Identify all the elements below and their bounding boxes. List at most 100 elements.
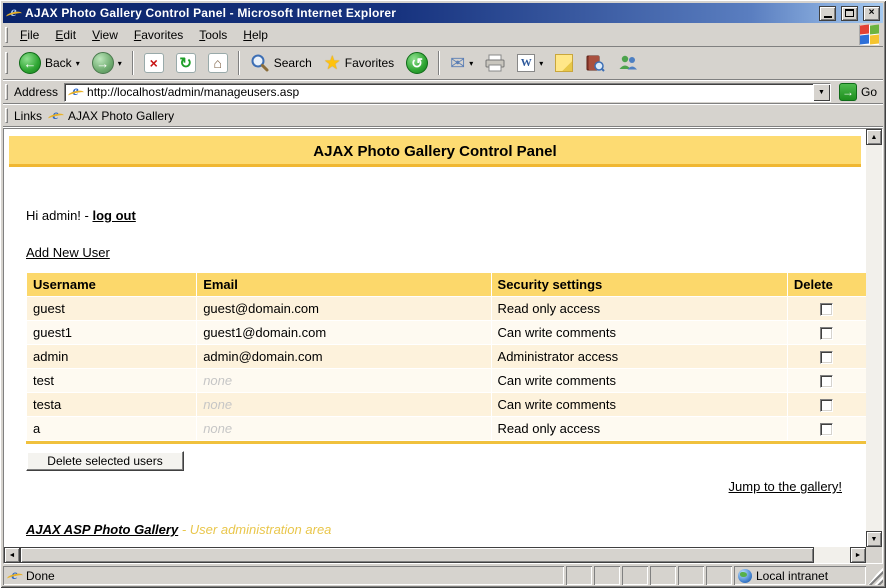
- close-button[interactable]: ×: [863, 6, 880, 21]
- delete-checkbox[interactable]: [820, 375, 833, 388]
- minimize-button[interactable]: [819, 6, 836, 21]
- add-new-user-link[interactable]: Add New User: [26, 245, 110, 260]
- resize-grip[interactable]: [868, 566, 883, 585]
- email-cell: guest@domain.com: [197, 297, 490, 320]
- table-row: guest guest@domain.com Read only access: [27, 297, 866, 320]
- security-cell: Administrator access: [492, 345, 787, 368]
- note-icon: [555, 54, 573, 72]
- toolbar-separator: [438, 51, 440, 75]
- home-button[interactable]: ⌂: [203, 51, 233, 75]
- mail-dropdown-icon[interactable]: ▾: [469, 59, 473, 68]
- username-cell: test: [27, 369, 196, 392]
- print-button[interactable]: [480, 52, 510, 74]
- footer-admin-area-label: User administration area: [190, 522, 332, 537]
- search-label: Search: [274, 56, 312, 70]
- jump-to-gallery-link[interactable]: Jump to the gallery!: [729, 479, 842, 494]
- delete-checkbox[interactable]: [820, 351, 833, 364]
- logout-link[interactable]: log out: [92, 208, 135, 223]
- status-page-icon: e: [7, 568, 22, 583]
- forward-dropdown-icon[interactable]: ▾: [118, 59, 122, 68]
- history-button[interactable]: ↺: [401, 50, 433, 76]
- favorites-label: Favorites: [345, 56, 394, 70]
- messenger-button[interactable]: [612, 52, 644, 74]
- username-cell: admin: [27, 345, 196, 368]
- address-label: Address: [14, 85, 58, 99]
- windows-logo-icon: [859, 25, 879, 45]
- horizontal-scrollbar[interactable]: ◄ ►: [4, 547, 866, 563]
- username-cell: guest1: [27, 321, 196, 344]
- address-field: e ▼: [64, 83, 831, 102]
- address-dropdown-button[interactable]: ▼: [813, 84, 830, 101]
- stop-button[interactable]: ×: [139, 51, 169, 75]
- favorites-star-icon: ★: [324, 54, 341, 73]
- users-table: Username Email Security settings Delete …: [26, 272, 866, 441]
- favorites-button[interactable]: ★ Favorites: [319, 52, 399, 75]
- delete-checkbox[interactable]: [820, 423, 833, 436]
- scroll-up-icon[interactable]: ▲: [866, 129, 882, 145]
- menu-file[interactable]: File: [12, 25, 47, 45]
- col-delete: Delete: [788, 273, 866, 296]
- mail-icon: ✉: [450, 54, 465, 72]
- table-bottom-border: [26, 441, 866, 444]
- zone-text: Local intranet: [756, 569, 828, 583]
- menu-favorites[interactable]: Favorites: [126, 25, 191, 45]
- menu-edit[interactable]: Edit: [47, 25, 84, 45]
- refresh-button[interactable]: ↻: [171, 51, 201, 75]
- toolbar-grip[interactable]: [5, 108, 8, 123]
- globe-icon: [738, 569, 752, 583]
- scrollbar-thumb[interactable]: [20, 547, 814, 563]
- messenger-people-icon: [617, 54, 639, 72]
- edit-dropdown-icon[interactable]: ▾: [539, 59, 543, 68]
- research-button[interactable]: [580, 52, 610, 74]
- research-book-icon: [585, 54, 605, 72]
- greeting-text: Hi admin! - log out: [26, 208, 866, 223]
- table-row: test none Can write comments: [27, 369, 866, 392]
- links-bar-link[interactable]: AJAX Photo Gallery: [68, 109, 174, 123]
- go-icon: →: [839, 83, 857, 101]
- email-cell: none: [197, 417, 490, 440]
- address-bar: Address e ▼ → Go: [3, 81, 883, 104]
- address-input[interactable]: [87, 85, 809, 100]
- username-cell: a: [27, 417, 196, 440]
- status-text: Done: [26, 569, 55, 583]
- back-dropdown-icon[interactable]: ▾: [76, 59, 80, 68]
- scroll-down-icon[interactable]: ▼: [866, 531, 882, 547]
- back-button[interactable]: ← Back ▾: [14, 50, 85, 76]
- scroll-left-icon[interactable]: ◄: [4, 547, 20, 563]
- delete-checkbox[interactable]: [820, 303, 833, 316]
- toolbar-grip[interactable]: [5, 52, 8, 74]
- link-favicon-icon: e: [48, 108, 63, 123]
- status-pane-empty: [594, 566, 620, 585]
- page-banner-title: AJAX Photo Gallery Control Panel: [9, 136, 861, 167]
- go-button[interactable]: → Go: [831, 83, 883, 101]
- forward-button[interactable]: → ▾: [87, 50, 127, 76]
- history-icon: ↺: [406, 52, 428, 74]
- footer-gallery-link[interactable]: AJAX ASP Photo Gallery: [26, 522, 178, 537]
- ie-logo-icon: e: [6, 6, 21, 21]
- security-cell: Read only access: [492, 417, 787, 440]
- menu-help[interactable]: Help: [235, 25, 276, 45]
- mail-button[interactable]: ✉ ▾: [445, 52, 478, 74]
- vertical-scrollbar[interactable]: ▲ ▼: [866, 129, 882, 547]
- username-cell: guest: [27, 297, 196, 320]
- delete-checkbox[interactable]: [820, 399, 833, 412]
- email-cell: none: [197, 393, 490, 416]
- delete-checkbox[interactable]: [820, 327, 833, 340]
- browser-window: e AJAX Photo Gallery Control Panel - Mic…: [0, 0, 886, 588]
- menu-tools[interactable]: Tools: [191, 25, 235, 45]
- window-title: AJAX Photo Gallery Control Panel - Micro…: [25, 6, 814, 20]
- back-label: Back: [45, 56, 72, 70]
- toolbar-grip[interactable]: [5, 84, 8, 99]
- table-header-row: Username Email Security settings Delete: [27, 273, 866, 296]
- status-pane-empty: [706, 566, 732, 585]
- toolbar-grip[interactable]: [5, 27, 8, 42]
- search-button[interactable]: Search: [245, 51, 317, 75]
- email-cell: none: [197, 369, 490, 392]
- maximize-button[interactable]: [841, 6, 858, 21]
- menu-view[interactable]: View: [84, 25, 126, 45]
- delete-selected-users-button[interactable]: Delete selected users: [26, 451, 184, 471]
- scroll-right-icon[interactable]: ►: [850, 547, 866, 563]
- edit-button[interactable]: W ▾: [512, 52, 548, 74]
- page-footer: AJAX ASP Photo Gallery - User administra…: [26, 522, 866, 537]
- notes-button[interactable]: [550, 52, 578, 74]
